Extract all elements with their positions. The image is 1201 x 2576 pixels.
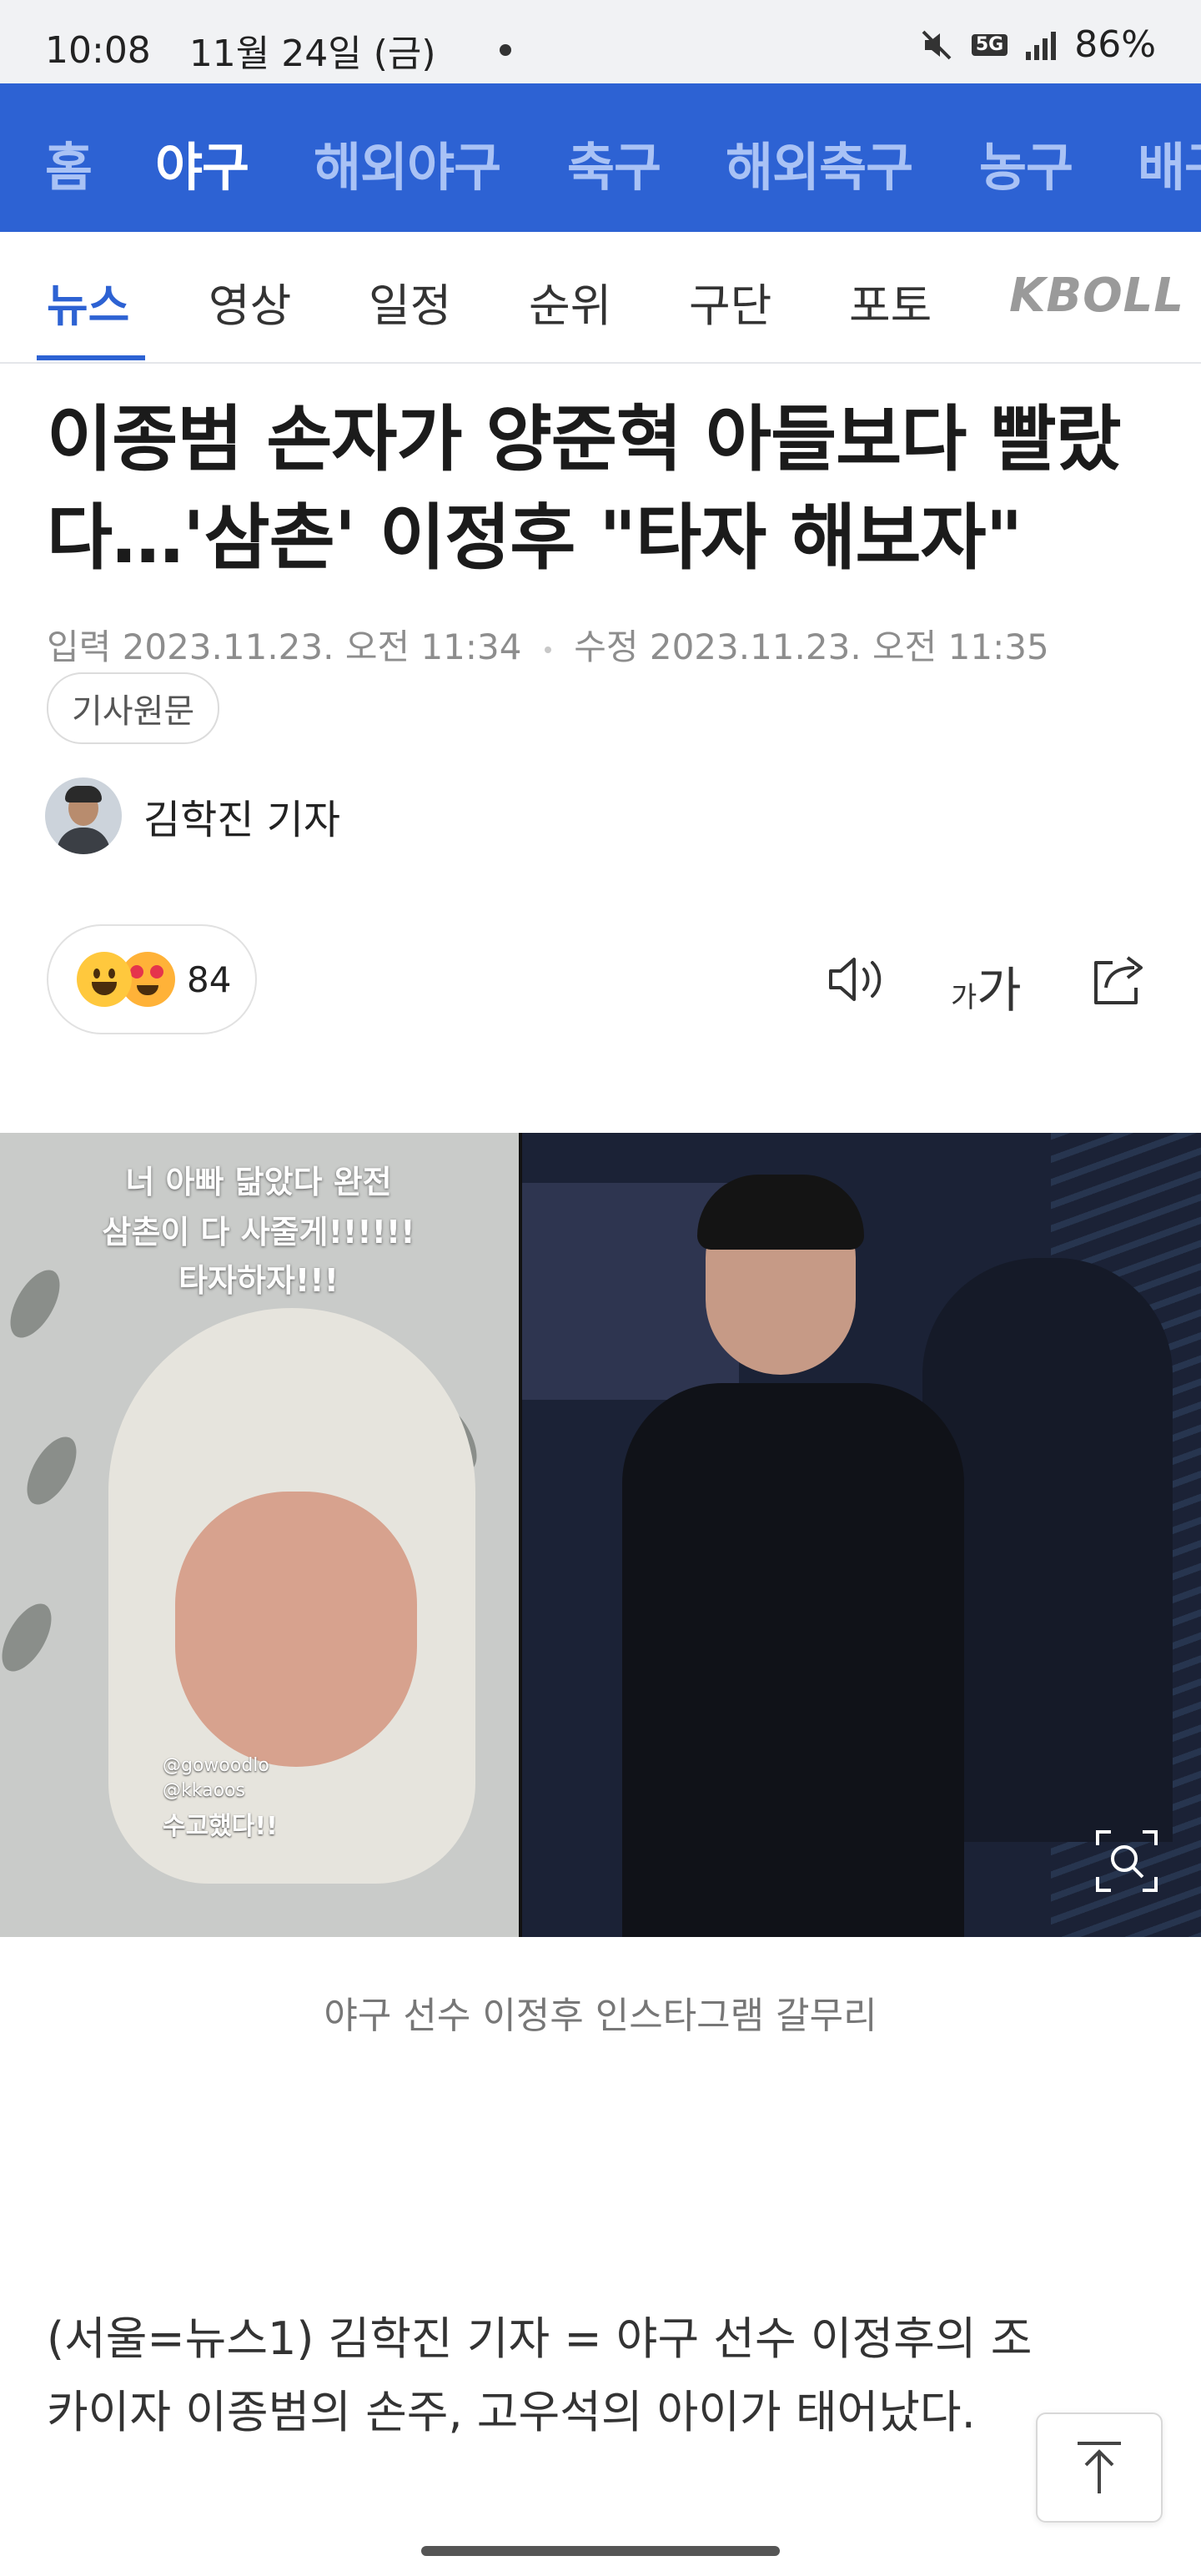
separator-dot xyxy=(544,646,551,653)
category-nav: 홈 야구 해외야구 축구 해외축구 농구 배구 xyxy=(0,83,1201,232)
photo-text-line-2: 삼촌이 다 사줄게!!!!!! xyxy=(102,1214,415,1250)
network-5g-icon: 5G xyxy=(971,33,1008,56)
nav-home[interactable]: 홈 xyxy=(45,125,93,200)
nav-overseas-baseball[interactable]: 해외야구 xyxy=(314,125,501,200)
edit-label: 수정 xyxy=(574,626,639,667)
reaction-button[interactable]: 84 xyxy=(47,924,257,1034)
tab-news[interactable]: 뉴스 xyxy=(47,269,129,335)
baby-photo: 너 아빠 닮았다 완전 삼촌이 다 사줄게!!!!!! 타자하자!!! @gow… xyxy=(0,1133,519,1937)
tab-ranking[interactable]: 순위 xyxy=(529,269,611,335)
speaker-icon[interactable] xyxy=(826,951,889,1011)
signal-icon xyxy=(1024,28,1058,62)
font-size-large-label: 가 xyxy=(977,962,1022,1019)
tab-photo[interactable]: 포토 xyxy=(849,269,932,335)
battery-level: 86% xyxy=(1074,23,1156,66)
nav-baseball[interactable]: 야구 xyxy=(155,125,249,200)
original-article-button[interactable]: 기사원문 xyxy=(47,672,220,744)
tab-schedule[interactable]: 일정 xyxy=(369,269,451,335)
input-label: 입력 xyxy=(47,626,112,667)
nav-soccer[interactable]: 축구 xyxy=(567,125,661,200)
arrow-up-icon xyxy=(1078,2442,1121,2493)
image-caption: 야구 선수 이정후 인스타그램 갈무리 xyxy=(324,1995,877,2037)
article-photo[interactable]: 너 아빠 닮았다 완전 삼촌이 다 사줄게!!!!!! 타자하자!!! @gow… xyxy=(0,1133,1201,1937)
reporter-name: 김학진 기자 xyxy=(143,797,341,843)
scroll-top-button[interactable] xyxy=(1036,2412,1163,2523)
photo-text-line-3: 타자하자!!! xyxy=(178,1262,339,1299)
status-time: 10:08 xyxy=(45,28,151,72)
share-icon[interactable] xyxy=(1088,951,1148,1011)
article-dateline: 입력 2023.11.23. 오전 11:34 수정 2023.11.23. 오… xyxy=(47,619,1049,670)
sub-tabs: 뉴스 영상 일정 순위 구단 포토 KBOLL xyxy=(0,232,1201,364)
reporter-info[interactable]: 김학진 기자 xyxy=(45,777,340,854)
player-photo xyxy=(522,1133,1201,1937)
font-size-small-label: 가 xyxy=(951,981,977,1014)
zoom-icon[interactable] xyxy=(1093,1827,1161,1895)
edit-date: 2023.11.23. 오전 11:35 xyxy=(649,626,1049,667)
nav-basketball[interactable]: 농구 xyxy=(979,125,1073,200)
photo-text-line-1: 너 아빠 닮았다 완전 xyxy=(125,1164,392,1200)
font-size-icon[interactable]: 가가 xyxy=(951,951,1022,1021)
photo-tag-1: @gowoodlo xyxy=(163,1755,269,1776)
tab-teams[interactable]: 구단 xyxy=(689,269,771,335)
status-date: 11월 24일 (금) xyxy=(188,33,436,75)
reaction-count: 84 xyxy=(187,958,232,1000)
mute-icon xyxy=(918,27,955,63)
photo-tag-2: @kkaoos xyxy=(163,1780,245,1801)
avatar xyxy=(45,777,122,854)
article-headline: 이종범 손자가 양준혁 아들보다 빨랐다…'삼촌' 이정후 "타자 해보자" xyxy=(47,398,1122,580)
photo-tag-3: 수고했다!! xyxy=(163,1812,278,1841)
body-line-1: (서울=뉴스1) 김학진 기자 = 야구 선수 이정후의 조 xyxy=(47,2312,1033,2365)
status-bar: 10:08 11월 24일 (금) 5G 86% xyxy=(0,0,1201,83)
input-date: 2023.11.23. 오전 11:34 xyxy=(122,626,522,667)
active-tab-indicator xyxy=(37,355,145,360)
article-body: (서울=뉴스1) 김학진 기자 = 야구 선수 이정후의 조 카이자 이종범의 … xyxy=(47,2302,1156,2449)
nav-overseas-soccer[interactable]: 해외축구 xyxy=(726,125,913,200)
home-indicator[interactable] xyxy=(421,2546,780,2556)
nav-volleyball[interactable]: 배구 xyxy=(1138,125,1201,200)
tab-video[interactable]: 영상 xyxy=(209,269,291,335)
body-line-2: 카이자 이종범의 손주, 고우석의 아이가 태어났다. xyxy=(47,2386,976,2438)
tab-kbo-league[interactable]: KBOLL xyxy=(1009,269,1184,323)
smile-emoji-icon xyxy=(77,952,132,1007)
notification-dot-icon xyxy=(499,44,511,56)
